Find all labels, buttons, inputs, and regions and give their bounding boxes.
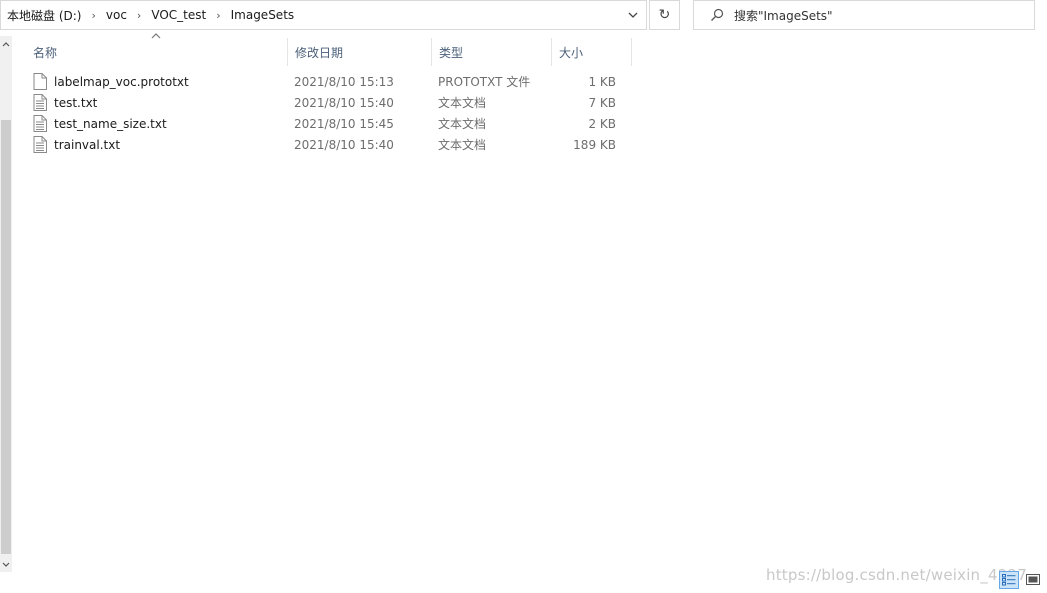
column-header-name-label: 名称 xyxy=(33,45,58,60)
large-icons-view-button[interactable] xyxy=(1023,571,1043,589)
file-icon xyxy=(33,73,47,90)
file-name-cell: trainval.txt xyxy=(26,136,288,153)
file-date: 2021/8/10 15:40 xyxy=(294,95,394,110)
file-name: test_name_size.txt xyxy=(54,116,167,131)
search-input[interactable]: 搜索"ImageSets" xyxy=(734,7,833,24)
file-size: 189 KB xyxy=(573,137,616,152)
chevron-up-icon xyxy=(2,41,10,46)
file-row[interactable]: labelmap_voc.prototxt 2021/8/10 15:13 PR… xyxy=(26,71,624,92)
chevron-down-icon xyxy=(628,12,638,18)
text-file-icon xyxy=(33,136,47,153)
file-row[interactable]: trainval.txt 2021/8/10 15:40 文本文档 189 KB xyxy=(26,134,624,155)
column-header: 名称 修改日期 类型 大小 xyxy=(26,33,632,66)
file-type: 文本文档 xyxy=(438,117,487,131)
breadcrumb: 本地磁盘 (D:) › voc › VOC_test › ImageSets xyxy=(1,1,296,29)
column-header-date-label: 修改日期 xyxy=(295,45,344,60)
file-type: 文本文档 xyxy=(438,138,487,152)
column-header-date[interactable]: 修改日期 xyxy=(288,38,432,66)
file-size: 1 KB xyxy=(588,74,616,89)
search-icon xyxy=(706,4,728,26)
address-bar[interactable]: 本地磁盘 (D:) › voc › VOC_test › ImageSets xyxy=(0,0,647,30)
file-name: labelmap_voc.prototxt xyxy=(54,74,189,89)
file-size: 7 KB xyxy=(588,95,616,110)
column-header-type-label: 类型 xyxy=(439,45,464,60)
refresh-icon: ↻ xyxy=(658,7,671,23)
file-row[interactable]: test.txt 2021/8/10 15:40 文本文档 7 KB xyxy=(26,92,624,113)
file-name-cell: test_name_size.txt xyxy=(26,115,288,132)
column-header-type[interactable]: 类型 xyxy=(432,38,552,66)
search-box[interactable]: 搜索"ImageSets" xyxy=(693,0,1035,30)
vertical-scrollbar[interactable] xyxy=(0,36,12,572)
details-view-icon xyxy=(1002,574,1016,586)
column-header-size-label: 大小 xyxy=(559,45,584,60)
file-type: PROTOTXT 文件 xyxy=(438,75,531,89)
chevron-right-icon[interactable]: › xyxy=(83,9,103,22)
details-view-button[interactable] xyxy=(999,571,1019,589)
refresh-button[interactable]: ↻ xyxy=(649,0,680,30)
breadcrumb-item-imagesets[interactable]: ImageSets xyxy=(229,8,297,22)
breadcrumb-item-voc[interactable]: voc xyxy=(104,8,129,22)
file-size: 2 KB xyxy=(588,116,616,131)
large-icons-view-icon xyxy=(1026,574,1040,585)
column-header-size[interactable]: 大小 xyxy=(552,38,632,66)
file-row[interactable]: test_name_size.txt 2021/8/10 15:45 文本文档 … xyxy=(26,113,624,134)
breadcrumb-item-drive[interactable]: 本地磁盘 (D:) xyxy=(5,7,83,24)
text-file-icon xyxy=(33,115,47,132)
file-name: trainval.txt xyxy=(54,137,121,152)
file-date: 2021/8/10 15:40 xyxy=(294,137,394,152)
watermark: https://blog.csdn.net/weixin_4227 xyxy=(766,566,1027,584)
file-list: labelmap_voc.prototxt 2021/8/10 15:13 PR… xyxy=(26,71,624,155)
column-header-name[interactable]: 名称 xyxy=(26,33,288,66)
chevron-right-icon[interactable]: › xyxy=(129,9,149,22)
address-history-dropdown[interactable] xyxy=(620,1,646,29)
file-date: 2021/8/10 15:45 xyxy=(294,116,394,131)
breadcrumb-item-voc-test[interactable]: VOC_test xyxy=(149,8,208,22)
sort-ascending-icon xyxy=(151,33,161,39)
file-name-cell: test.txt xyxy=(26,94,288,111)
scroll-thumb[interactable] xyxy=(1,120,11,554)
scroll-up-button[interactable] xyxy=(0,36,12,52)
file-date: 2021/8/10 15:13 xyxy=(294,74,394,89)
file-name-cell: labelmap_voc.prototxt xyxy=(26,73,288,90)
file-name: test.txt xyxy=(54,95,98,110)
chevron-right-icon[interactable]: › xyxy=(208,9,228,22)
text-file-icon xyxy=(33,94,47,111)
scroll-down-button[interactable] xyxy=(0,556,12,572)
chevron-down-icon xyxy=(2,562,10,567)
file-type: 文本文档 xyxy=(438,96,487,110)
view-mode-buttons xyxy=(999,571,1043,589)
